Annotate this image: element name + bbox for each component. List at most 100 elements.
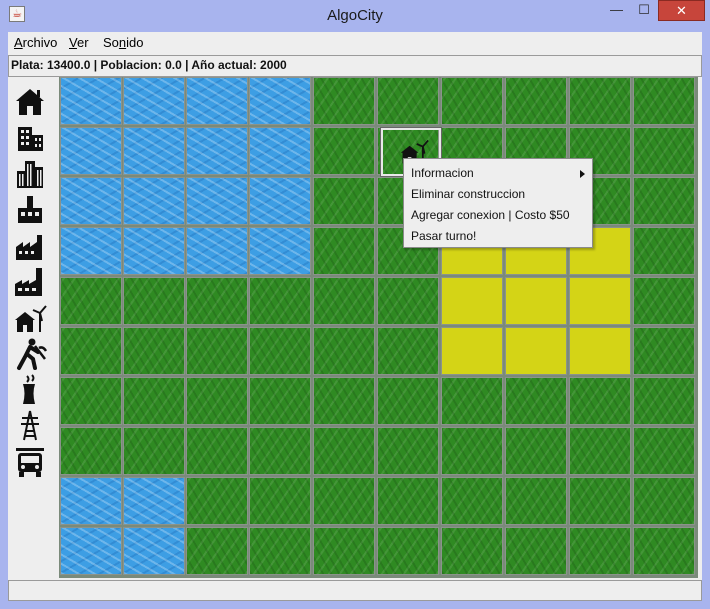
grass-tile[interactable] [313, 77, 375, 125]
context-menu-item-agregar-conexion[interactable]: Agregar conexion | Costo $50 [411, 208, 570, 222]
grass-tile[interactable] [186, 277, 248, 325]
grass-tile[interactable] [377, 527, 439, 575]
grass-tile[interactable] [313, 127, 375, 175]
water-tile[interactable] [123, 477, 185, 525]
grass-tile[interactable] [60, 277, 122, 325]
grass-tile[interactable] [313, 227, 375, 275]
zone-tile[interactable] [441, 277, 503, 325]
grass-tile[interactable] [377, 427, 439, 475]
skyscrapers-icon[interactable] [13, 157, 47, 191]
grass-tile[interactable] [377, 477, 439, 525]
grass-tile[interactable] [123, 427, 185, 475]
grass-tile[interactable] [313, 327, 375, 375]
water-tile[interactable] [60, 527, 122, 575]
house-icon[interactable] [13, 85, 47, 119]
water-tile[interactable] [123, 127, 185, 175]
factory-large-icon[interactable] [13, 265, 47, 299]
factory-medium-icon[interactable] [13, 229, 47, 263]
title-bar[interactable]: ☕ AlgoCity — ☐ ✕ [0, 0, 710, 32]
zone-tile[interactable] [569, 327, 631, 375]
worker-pickaxe-icon[interactable] [13, 337, 47, 371]
grass-tile[interactable] [505, 427, 567, 475]
grass-tile[interactable] [249, 327, 311, 375]
grass-tile[interactable] [313, 477, 375, 525]
nuclear-plant-icon[interactable] [13, 373, 47, 407]
zone-tile[interactable] [505, 277, 567, 325]
grass-tile[interactable] [186, 527, 248, 575]
water-tile[interactable] [249, 77, 311, 125]
grass-tile[interactable] [633, 427, 695, 475]
factory-small-icon[interactable] [13, 193, 47, 227]
grass-tile[interactable] [441, 77, 503, 125]
grass-tile[interactable] [569, 477, 631, 525]
grass-tile[interactable] [505, 477, 567, 525]
grass-tile[interactable] [60, 427, 122, 475]
grass-tile[interactable] [249, 277, 311, 325]
grass-tile[interactable] [313, 427, 375, 475]
menu-ver[interactable]: Ver [69, 35, 89, 50]
grass-tile[interactable] [313, 277, 375, 325]
menu-archivo[interactable]: Archivo [14, 35, 57, 50]
grass-tile[interactable] [186, 327, 248, 375]
water-tile[interactable] [123, 177, 185, 225]
grass-tile[interactable] [186, 427, 248, 475]
grass-tile[interactable] [633, 77, 695, 125]
commercial-building-icon[interactable] [13, 121, 47, 155]
grass-tile[interactable] [377, 277, 439, 325]
grass-tile[interactable] [123, 277, 185, 325]
grass-tile[interactable] [505, 77, 567, 125]
water-tile[interactable] [60, 227, 122, 275]
water-tile[interactable] [60, 177, 122, 225]
zone-tile[interactable] [441, 327, 503, 375]
grass-tile[interactable] [633, 477, 695, 525]
water-tile[interactable] [60, 77, 122, 125]
water-tile[interactable] [186, 127, 248, 175]
grass-tile[interactable] [569, 77, 631, 125]
grass-tile[interactable] [60, 377, 122, 425]
water-tile[interactable] [186, 227, 248, 275]
maximize-button[interactable]: ☐ [631, 0, 657, 21]
grass-tile[interactable] [249, 527, 311, 575]
water-tile[interactable] [123, 77, 185, 125]
context-menu-item-pasar-turno[interactable]: Pasar turno! [411, 229, 476, 243]
water-tile[interactable] [123, 527, 185, 575]
zone-tile[interactable] [569, 277, 631, 325]
grass-tile[interactable] [249, 477, 311, 525]
fire-truck-icon[interactable] [13, 445, 47, 479]
water-tile[interactable] [186, 77, 248, 125]
grass-tile[interactable] [186, 377, 248, 425]
grass-tile[interactable] [633, 377, 695, 425]
grass-tile[interactable] [123, 327, 185, 375]
context-menu-item-informacion[interactable]: Informacion [411, 166, 585, 180]
menu-sonido[interactable]: Sonido [103, 35, 144, 50]
grass-tile[interactable] [249, 377, 311, 425]
grass-tile[interactable] [441, 477, 503, 525]
grass-tile[interactable] [505, 377, 567, 425]
close-button[interactable]: ✕ [658, 0, 705, 21]
wind-power-house-icon[interactable] [13, 301, 47, 335]
grass-tile[interactable] [633, 127, 695, 175]
grass-tile[interactable] [313, 177, 375, 225]
minimize-button[interactable]: — [603, 0, 630, 21]
grass-tile[interactable] [633, 177, 695, 225]
zone-tile[interactable] [505, 327, 567, 375]
grass-tile[interactable] [186, 477, 248, 525]
water-tile[interactable] [249, 227, 311, 275]
grass-tile[interactable] [633, 327, 695, 375]
grass-tile[interactable] [249, 427, 311, 475]
context-menu-item-eliminar[interactable]: Eliminar construccion [411, 187, 525, 201]
water-tile[interactable] [249, 127, 311, 175]
grass-tile[interactable] [569, 527, 631, 575]
grass-tile[interactable] [377, 327, 439, 375]
water-tile[interactable] [123, 227, 185, 275]
power-tower-icon[interactable] [13, 409, 47, 443]
grass-tile[interactable] [505, 527, 567, 575]
grass-tile[interactable] [313, 377, 375, 425]
grass-tile[interactable] [60, 327, 122, 375]
grass-tile[interactable] [569, 427, 631, 475]
grass-tile[interactable] [123, 377, 185, 425]
grass-tile[interactable] [633, 277, 695, 325]
grass-tile[interactable] [441, 377, 503, 425]
grass-tile[interactable] [633, 527, 695, 575]
water-tile[interactable] [186, 177, 248, 225]
